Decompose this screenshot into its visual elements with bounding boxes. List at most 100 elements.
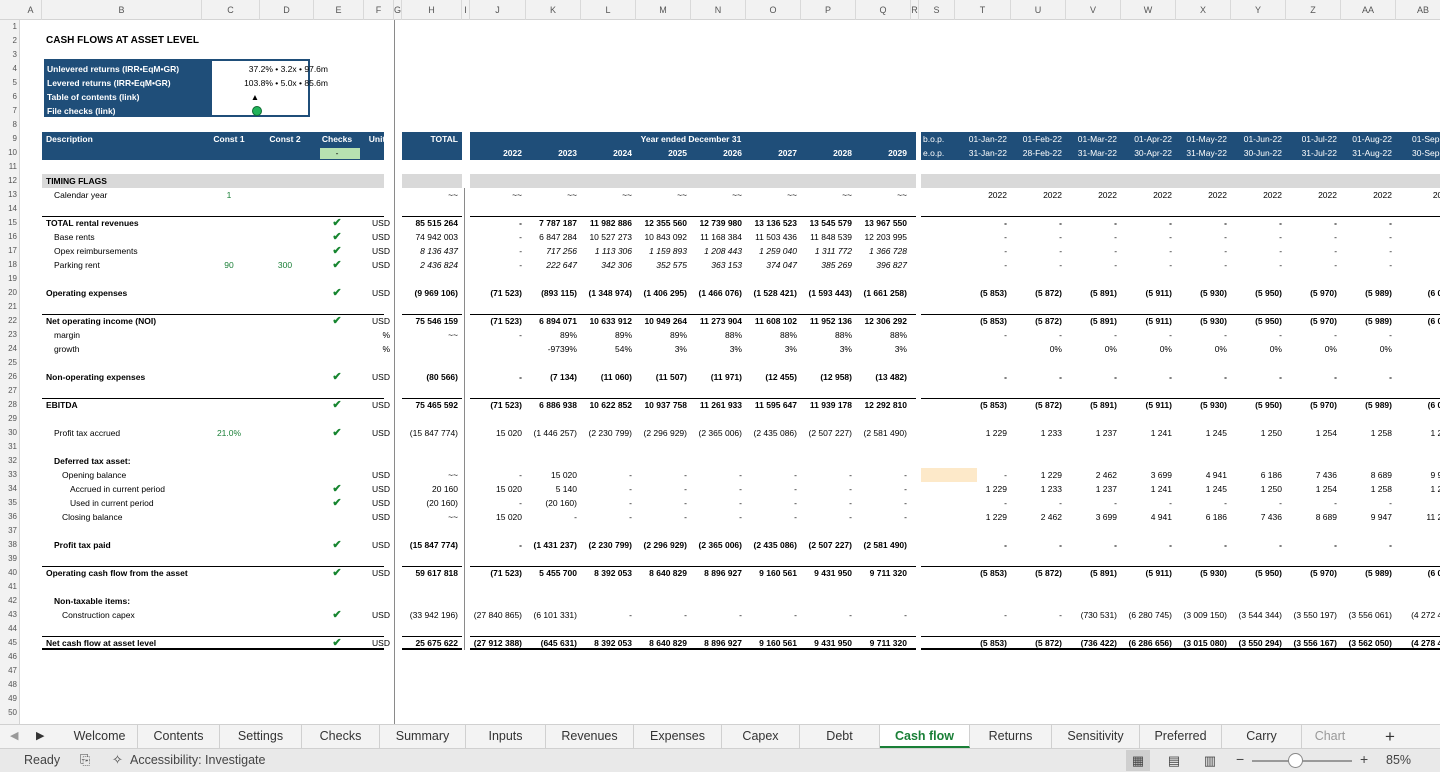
column-header-s[interactable]: S — [919, 0, 955, 20]
row-header-30[interactable]: 30 — [0, 426, 20, 440]
row-header-36[interactable]: 36 — [0, 510, 20, 524]
row-header-35[interactable]: 35 — [0, 496, 20, 510]
sheet-tab-carry[interactable]: Carry — [1222, 725, 1302, 748]
column-header-k[interactable]: K — [526, 0, 581, 20]
row-header-39[interactable]: 39 — [0, 552, 20, 566]
row-header-11[interactable]: 11 — [0, 160, 20, 174]
sheet-tab-chart[interactable]: Chart — [1302, 725, 1358, 748]
sheet-tab-capex[interactable]: Capex — [722, 725, 800, 748]
zoom-level[interactable]: 85% — [1386, 753, 1411, 767]
row-header-16[interactable]: 16 — [0, 230, 20, 244]
row-header-21[interactable]: 21 — [0, 300, 20, 314]
row-header-17[interactable]: 17 — [0, 244, 20, 258]
column-header-n[interactable]: N — [691, 0, 746, 20]
row-header-24[interactable]: 24 — [0, 342, 20, 356]
column-header-c[interactable]: C — [202, 0, 260, 20]
row-header-12[interactable]: 12 — [0, 174, 20, 188]
column-header-t[interactable]: T — [955, 0, 1011, 20]
page-break-icon[interactable]: ▥ — [1198, 750, 1222, 771]
row-header-25[interactable]: 25 — [0, 356, 20, 370]
row-header-26[interactable]: 26 — [0, 370, 20, 384]
row-header-43[interactable]: 43 — [0, 608, 20, 622]
column-header-g[interactable]: G — [394, 0, 402, 20]
row-header-38[interactable]: 38 — [0, 538, 20, 552]
sheet-tab-summary[interactable]: Summary — [380, 725, 466, 748]
sheet-tab-debt[interactable]: Debt — [800, 725, 880, 748]
row-header-10[interactable]: 10 — [0, 146, 20, 160]
row-header-45[interactable]: 45 — [0, 636, 20, 650]
row-header-27[interactable]: 27 — [0, 384, 20, 398]
sheet-tab-preferred[interactable]: Preferred — [1140, 725, 1222, 748]
column-header-w[interactable]: W — [1121, 0, 1176, 20]
worksheet-grid[interactable]: CASH FLOWS AT ASSET LEVEL Unlevered retur… — [20, 20, 1440, 724]
column-header-f[interactable]: F — [364, 0, 394, 20]
column-header-a[interactable]: A — [20, 0, 42, 20]
sheet-tab-cash-flow[interactable]: Cash flow — [880, 725, 970, 748]
row-header-2[interactable]: 2 — [0, 34, 20, 48]
accessibility-status[interactable]: Accessibility: Investigate — [130, 753, 265, 767]
row-header-9[interactable]: 9 — [0, 132, 20, 146]
row-header-3[interactable]: 3 — [0, 48, 20, 62]
sheet-tab-contents[interactable]: Contents — [138, 725, 220, 748]
zoom-out-button[interactable]: − — [1236, 751, 1244, 767]
row-header-5[interactable]: 5 — [0, 76, 20, 90]
column-header-r[interactable]: R — [911, 0, 919, 20]
row-header-44[interactable]: 44 — [0, 622, 20, 636]
row-header-48[interactable]: 48 — [0, 678, 20, 692]
row-header-22[interactable]: 22 — [0, 314, 20, 328]
zoom-slider-handle[interactable] — [1288, 753, 1303, 768]
row-header-13[interactable]: 13 — [0, 188, 20, 202]
column-header-j[interactable]: J — [470, 0, 526, 20]
row-header-37[interactable]: 37 — [0, 524, 20, 538]
column-header-m[interactable]: M — [636, 0, 691, 20]
column-header-z[interactable]: Z — [1286, 0, 1341, 20]
page-layout-icon[interactable]: ▤ — [1162, 750, 1186, 771]
add-sheet-button[interactable]: + — [1378, 725, 1402, 748]
sheet-tab-inputs[interactable]: Inputs — [466, 725, 546, 748]
macro-record-icon[interactable]: ⎘ — [80, 752, 90, 768]
column-header-d[interactable]: D — [260, 0, 314, 20]
row-header-47[interactable]: 47 — [0, 664, 20, 678]
column-header-i[interactable]: I — [462, 0, 470, 20]
sheet-tab-checks[interactable]: Checks — [302, 725, 380, 748]
row-header-8[interactable]: 8 — [0, 118, 20, 132]
row-header-31[interactable]: 31 — [0, 440, 20, 454]
row-header-23[interactable]: 23 — [0, 328, 20, 342]
next-sheet-icon[interactable]: ▶ — [36, 729, 44, 742]
row-header-14[interactable]: 14 — [0, 202, 20, 216]
row-header-33[interactable]: 33 — [0, 468, 20, 482]
normal-view-icon[interactable]: ▦ — [1126, 750, 1150, 771]
sheet-tab-expenses[interactable]: Expenses — [634, 725, 722, 748]
column-header-ab[interactable]: AB — [1396, 0, 1440, 20]
row-header-4[interactable]: 4 — [0, 62, 20, 76]
row-header-34[interactable]: 34 — [0, 482, 20, 496]
accessibility-icon[interactable]: ✧ — [112, 752, 123, 768]
sheet-tab-revenues[interactable]: Revenues — [546, 725, 634, 748]
column-header-aa[interactable]: AA — [1341, 0, 1396, 20]
row-header-15[interactable]: 15 — [0, 216, 20, 230]
prev-sheet-icon[interactable]: ◀ — [10, 729, 18, 742]
column-header-v[interactable]: V — [1066, 0, 1121, 20]
file-checks-link[interactable]: File checks (link) — [47, 104, 213, 118]
row-header-19[interactable]: 19 — [0, 272, 20, 286]
row-header-46[interactable]: 46 — [0, 650, 20, 664]
row-header-20[interactable]: 20 — [0, 286, 20, 300]
row-header-50[interactable]: 50 — [0, 706, 20, 720]
sheet-tab-returns[interactable]: Returns — [970, 725, 1052, 748]
column-header-y[interactable]: Y — [1231, 0, 1286, 20]
row-header-32[interactable]: 32 — [0, 454, 20, 468]
column-header-h[interactable]: H — [402, 0, 462, 20]
column-header-l[interactable]: L — [581, 0, 636, 20]
row-header-49[interactable]: 49 — [0, 692, 20, 706]
column-header-q[interactable]: Q — [856, 0, 911, 20]
column-header-p[interactable]: P — [801, 0, 856, 20]
column-header-x[interactable]: X — [1176, 0, 1231, 20]
row-header-41[interactable]: 41 — [0, 580, 20, 594]
row-header-29[interactable]: 29 — [0, 412, 20, 426]
sheet-tab-welcome[interactable]: Welcome — [62, 725, 138, 748]
column-header-e[interactable]: E — [314, 0, 364, 20]
row-header-40[interactable]: 40 — [0, 566, 20, 580]
sheet-tab-sensitivity[interactable]: Sensitivity — [1052, 725, 1140, 748]
row-header-1[interactable]: 1 — [0, 20, 20, 34]
column-header-u[interactable]: U — [1011, 0, 1066, 20]
